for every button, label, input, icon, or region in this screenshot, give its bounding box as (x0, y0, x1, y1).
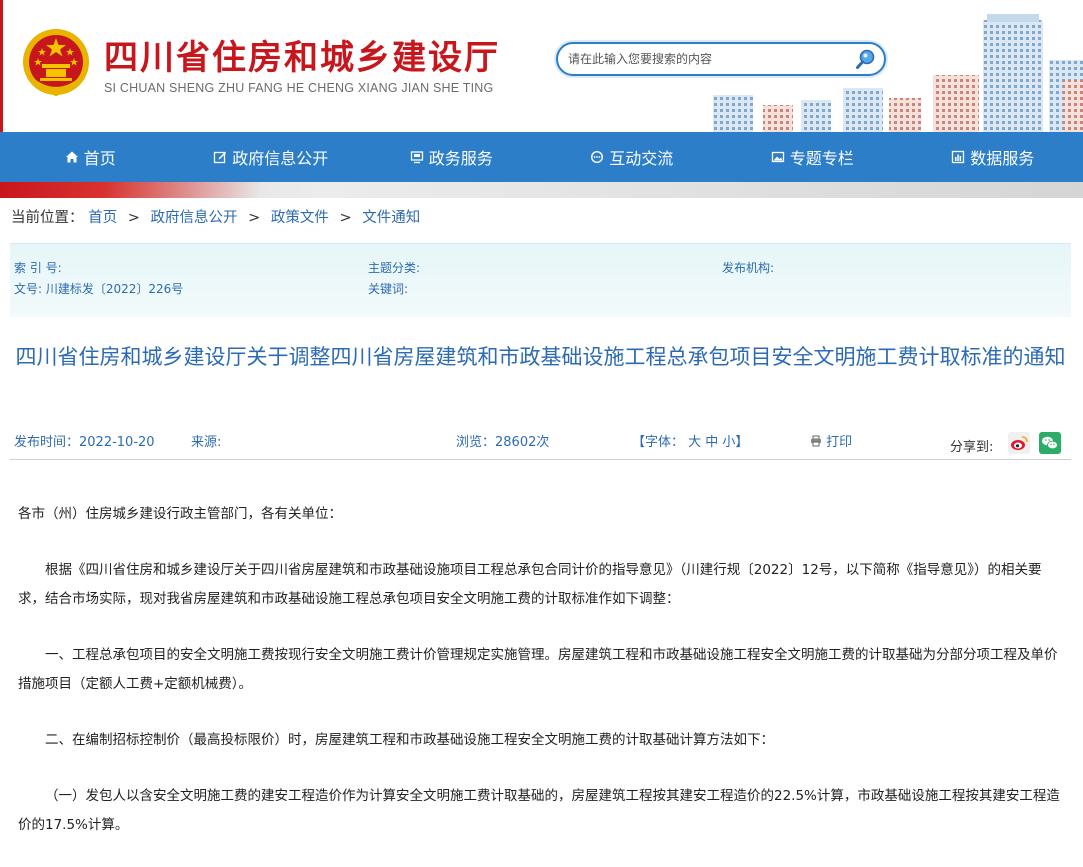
header-accent-bar (0, 0, 3, 132)
topic-label: 主题分类: (368, 259, 420, 276)
nav-item-label: 专题专栏 (790, 145, 854, 169)
body-paragraph: 一、工程总承包项目的安全文明施工费按现行安全文明施工费计价管理规定实施管理。房屋… (18, 641, 1064, 699)
breadcrumb: 当前位置： 首页 > 政府信息公开 > 政策文件 > 文件通知 (11, 206, 420, 227)
nav-item-topics[interactable]: 专题专栏 (722, 132, 903, 182)
breadcrumb-policy-docs[interactable]: 政策文件 (271, 210, 329, 226)
wechat-icon[interactable] (1039, 432, 1061, 454)
monitor-icon (410, 150, 424, 164)
breadcrumb-separator: > (248, 210, 260, 226)
print-button[interactable]: 打印 (810, 431, 852, 450)
print-label: 打印 (826, 435, 852, 450)
nav-item-label: 首页 (84, 145, 116, 169)
main-nav: 首页 政府信息公开 政务服务 互动交流 专题专栏 数据服务 (0, 132, 1083, 182)
home-icon (65, 150, 79, 164)
publisher-label: 发布机构: (722, 259, 774, 276)
keywords-label: 关键词: (368, 280, 408, 297)
font-size-control[interactable]: 【字体： 大 中 小】 (632, 431, 748, 450)
bar-chart-icon (951, 150, 965, 164)
nav-item-interaction[interactable]: 互动交流 (542, 132, 723, 182)
body-paragraph: 二、在编制招标控制价（最高投标限价）时，房屋建筑工程和市政基础设施工程安全文明施… (18, 726, 1064, 755)
print-icon (810, 435, 822, 447)
nav-item-home[interactable]: 首页 (0, 132, 181, 182)
city-skyline-graphic (683, 0, 1083, 132)
breadcrumb-home[interactable]: 首页 (88, 210, 117, 226)
nav-item-label: 数据服务 (970, 145, 1034, 169)
edit-icon (213, 150, 227, 164)
article-body: 各市（州）住房城乡建设行政主管部门，各有关单位： 根据《四川省住房和城乡建设厅关… (18, 500, 1064, 867)
document-info-box: 索 引 号: 主题分类: 发布机构: 文号: 川建标发〔2022〕226号 关键… (10, 243, 1071, 317)
salutation-paragraph: 各市（州）住房城乡建设行政主管部门，各有关单位： (18, 500, 1064, 529)
nav-item-label: 互动交流 (609, 145, 673, 169)
nav-item-services[interactable]: 政务服务 (361, 132, 542, 182)
breadcrumb-notices[interactable]: 文件通知 (362, 210, 420, 226)
nav-item-label: 政府信息公开 (232, 145, 328, 169)
article-title: 四川省住房和城乡建设厅关于调整四川省房屋建筑和市政基础设施工程总承包项目安全文明… (10, 340, 1071, 374)
nav-item-gov-info[interactable]: 政府信息公开 (181, 132, 362, 182)
view-count: 浏览：28602次 (456, 431, 549, 450)
nav-item-label: 政务服务 (429, 145, 493, 169)
site-header: 四川省住房和城乡建设厅 SI CHUAN SHENG ZHU FANG HE C… (0, 0, 1083, 132)
source-label: 来源: (191, 431, 221, 450)
site-subtitle: SI CHUAN SHENG ZHU FANG HE CHENG XIANG J… (104, 81, 493, 95)
body-paragraph: （一）发包人以含安全文明施工费的建安工程造价作为计算安全文明施工费计取基础的，房… (18, 782, 1064, 840)
body-paragraph: 根据《四川省住房和城乡建设厅关于四川省房屋建筑和市政基础设施项目工程总承包合同计… (18, 556, 1064, 614)
nav-decoration-bar (0, 182, 1083, 198)
article-meta: 发布时间：2022-10-20 来源: 浏览：28602次 【字体： 大 中 小… (10, 428, 1071, 460)
publish-time: 发布时间：2022-10-20 (14, 431, 155, 450)
index-number-label: 索 引 号: (14, 259, 62, 276)
site-title: 四川省住房和城乡建设厅 (104, 30, 500, 79)
weibo-icon[interactable] (1008, 432, 1030, 454)
breadcrumb-gov-info[interactable]: 政府信息公开 (150, 210, 237, 226)
breadcrumb-prefix: 当前位置： (11, 210, 84, 226)
document-number: 文号: 川建标发〔2022〕226号 (14, 280, 183, 297)
share-label: 分享到: (950, 436, 993, 455)
breadcrumb-separator: > (339, 210, 351, 226)
image-icon (771, 150, 785, 164)
national-emblem-icon (20, 26, 92, 98)
breadcrumb-separator: > (128, 210, 140, 226)
nav-item-data[interactable]: 数据服务 (903, 132, 1083, 182)
chat-icon (590, 150, 604, 164)
